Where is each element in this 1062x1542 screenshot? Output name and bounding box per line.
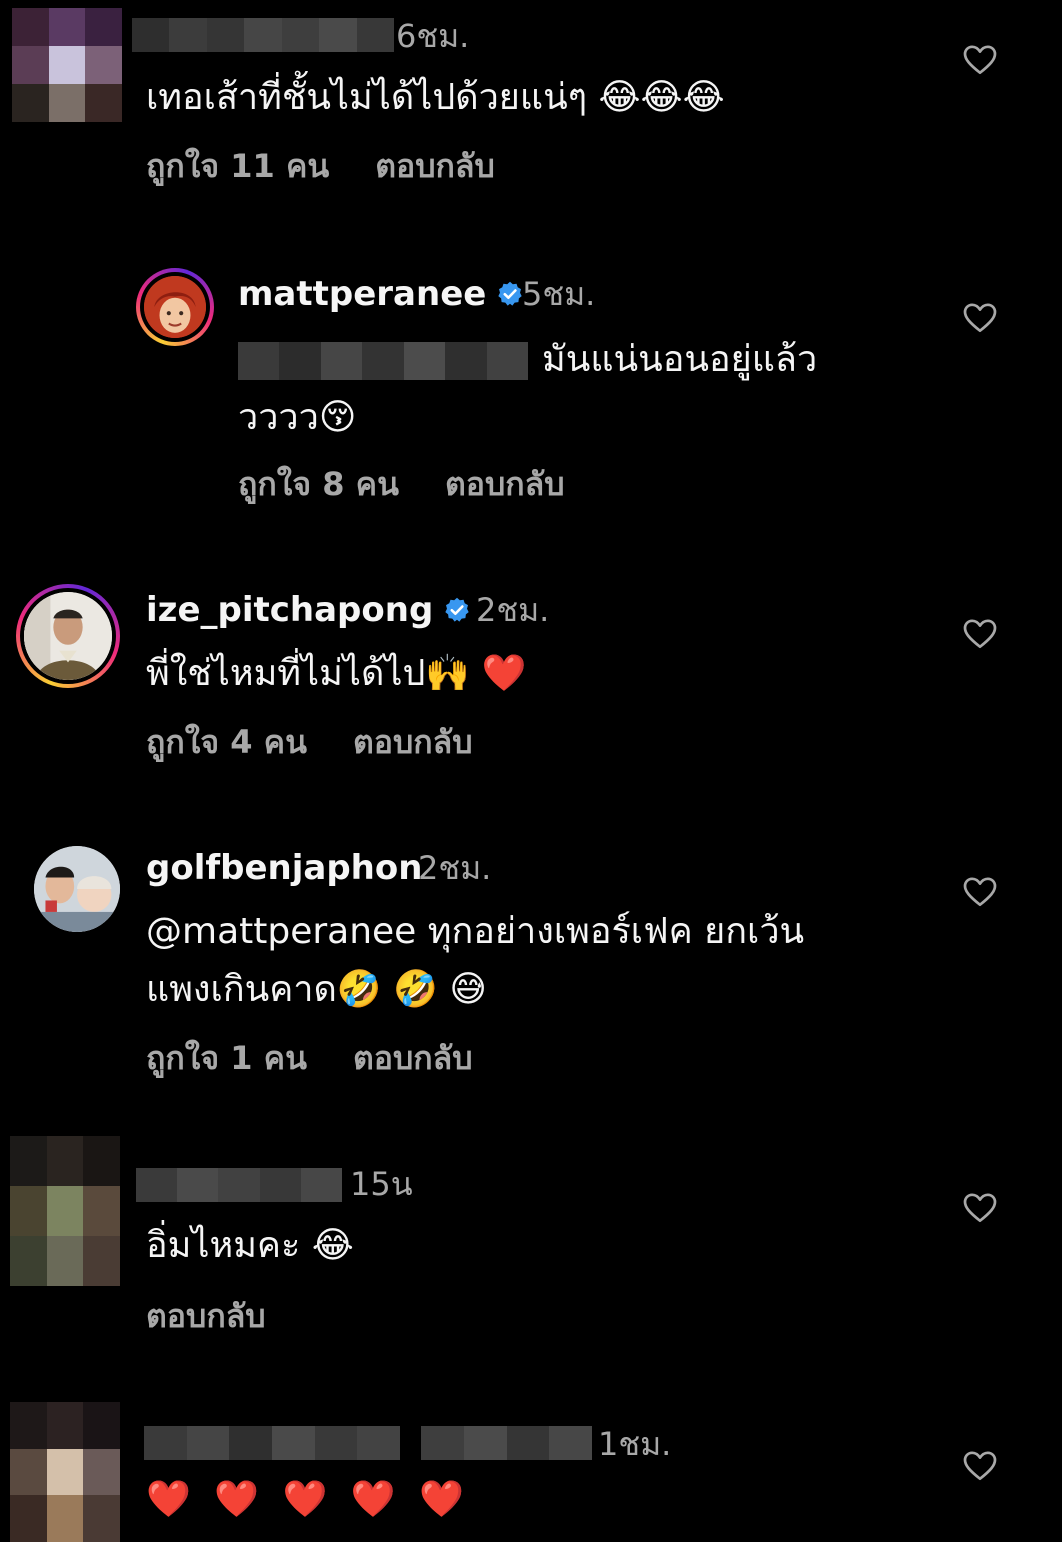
heart-outline-icon[interactable] [962,42,998,78]
comment-time: 2ชม. [418,849,492,887]
comment-text: อิ่มไหมคะ 😂 [146,1225,354,1266]
comment-username[interactable]: golfbenjaphon [146,848,422,888]
heart-outline-icon[interactable] [962,874,998,910]
heart-outline-icon[interactable] [962,1190,998,1226]
like-count[interactable]: ถูกใจ 4 คน [146,723,307,761]
avatar [24,592,112,680]
redacted-mention [238,342,528,380]
redacted-username [132,18,394,52]
avatar-story-ring[interactable] [136,268,214,346]
redacted-username [144,1426,593,1460]
comment-username[interactable]: ize_pitchapong [146,590,471,630]
avatar [144,276,206,338]
like-count[interactable]: ถูกใจ 1 คน [146,1039,307,1077]
reply-button[interactable]: ตอบกลับ [353,1039,473,1077]
reply-button[interactable]: ตอบกลับ [445,465,565,503]
like-count[interactable]: ถูกใจ 8 คน [238,465,399,503]
comment-username[interactable]: mattperanee [238,274,524,314]
comment-meta: ถูกใจ 8 คน ตอบกลับ [238,464,565,504]
comment-meta: ตอบกลับ [146,1296,266,1336]
comments-page: 6ชม. เทอเส้าที่ชั้นไม่ได้ไปด้วยแน่ๆ 😂😂😂 … [0,0,1062,1542]
comment-time: 15น [350,1165,413,1203]
comment-time: 2ชม. [476,591,550,629]
avatar[interactable] [10,1136,120,1286]
like-count[interactable]: ถูกใจ 11 คน [146,147,329,185]
comment-meta: ถูกใจ 4 คน ตอบกลับ [146,722,473,762]
reply-button[interactable]: ตอบกลับ [146,1297,266,1335]
comment-text-line2: วววว😚 [238,397,357,438]
comment-time: 6ชม. [396,17,470,55]
avatar[interactable] [10,1402,120,1542]
heart-outline-icon[interactable] [962,1448,998,1484]
avatar[interactable] [34,846,120,932]
comment-text: ❤️ ❤️ ❤️ ❤️ ❤️ [146,1479,470,1520]
comment-text: มันแน่นอนอยู่แล้ว [542,339,818,380]
reply-button[interactable]: ตอบกลับ [375,147,495,185]
comment-text: เทอเส้าที่ชั้นไม่ได้ไปด้วยแน่ๆ 😂😂😂 [146,77,725,118]
comment-meta: ถูกใจ 1 คน ตอบกลับ [146,1038,473,1078]
verified-badge-icon [498,281,522,306]
verified-badge-icon [445,597,469,622]
redacted-username [136,1168,343,1202]
comment-text: พี่ใช่ไหมที่ไม่ได้ไป🙌 ❤️ [146,653,527,694]
comment-time: 1ชม. [598,1425,672,1463]
comment-text: @mattperanee ทุกอย่างเพอร์เฟค ยกเว้น [146,911,805,952]
avatar-story-ring[interactable] [16,584,120,688]
reply-button[interactable]: ตอบกลับ [353,723,473,761]
comment-time: 5ชม. [522,275,596,313]
comment-text-line2: แพงเกินคาด🤣 🤣 😅 [146,969,487,1010]
comment-meta: ถูกใจ 11 คน ตอบกลับ [146,146,495,186]
heart-outline-icon[interactable] [962,300,998,336]
avatar[interactable] [12,8,122,122]
heart-outline-icon[interactable] [962,616,998,652]
